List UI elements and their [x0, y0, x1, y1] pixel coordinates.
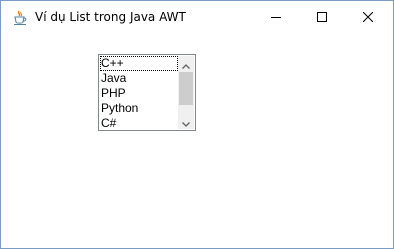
vertical-scrollbar[interactable]	[178, 56, 194, 129]
list-item-java[interactable]: Java	[100, 71, 179, 86]
list-item-php[interactable]: PHP	[100, 86, 179, 101]
chevron-up-icon	[182, 55, 190, 73]
window-title: Ví dụ List trong Java AWT	[35, 10, 186, 24]
frame-content: C++ Java PHP Python C#	[1, 32, 393, 248]
list-item-cpp[interactable]: C++	[100, 56, 178, 71]
scroll-up-button[interactable]	[178, 56, 194, 71]
close-button[interactable]	[345, 1, 391, 32]
scroll-down-button[interactable]	[178, 114, 194, 129]
maximize-button[interactable]	[299, 1, 345, 32]
list-item-python[interactable]: Python	[100, 101, 179, 116]
scroll-thumb[interactable]	[179, 72, 193, 105]
app-window: Ví dụ List trong Java AWT C++ Java PHP P…	[0, 0, 394, 249]
chevron-down-icon	[182, 112, 190, 130]
java-cup-icon[interactable]	[12, 10, 28, 26]
minimize-icon	[271, 12, 281, 22]
language-list[interactable]: C++ Java PHP Python C#	[98, 54, 196, 131]
list-items: C++ Java PHP Python C#	[100, 56, 179, 130]
list-item-csharp[interactable]: C#	[100, 116, 179, 130]
title-bar[interactable]: Ví dụ List trong Java AWT	[1, 1, 393, 32]
close-icon	[363, 11, 373, 22]
minimize-button[interactable]	[253, 1, 299, 32]
maximize-icon	[317, 11, 327, 22]
